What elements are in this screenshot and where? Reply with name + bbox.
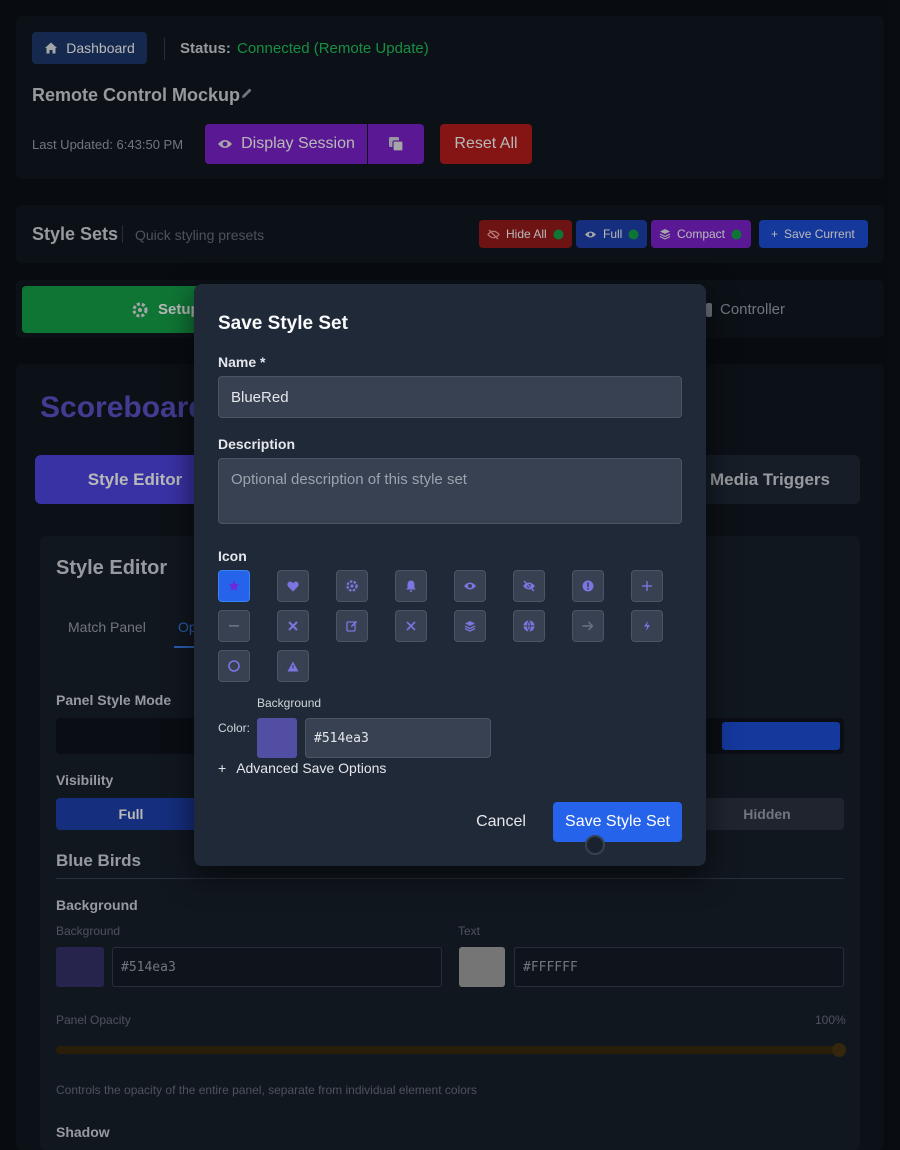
icon-option-star[interactable] — [218, 570, 250, 602]
color-input[interactable]: #514ea3 — [305, 718, 491, 758]
advanced-options-label: Advanced Save Options — [236, 760, 387, 776]
icon-option-layers[interactable] — [454, 610, 486, 642]
icon-option-circle[interactable] — [218, 650, 250, 682]
cursor-indicator — [585, 835, 605, 855]
icon-option-gear[interactable] — [336, 570, 368, 602]
bell-icon — [405, 580, 417, 592]
cancel-button[interactable]: Cancel — [464, 802, 538, 842]
edit-icon — [346, 620, 358, 632]
x-icon — [288, 621, 298, 631]
globe-icon — [523, 620, 535, 632]
gear-icon — [346, 580, 358, 592]
icon-option-triangle[interactable] — [277, 650, 309, 682]
name-input-value: BlueRed — [231, 388, 289, 406]
triangle-icon — [287, 661, 299, 672]
star-icon — [228, 580, 240, 592]
description-placeholder: Optional description of this style set — [231, 471, 467, 488]
close-icon — [406, 621, 416, 631]
icon-option-x[interactable] — [277, 610, 309, 642]
name-input[interactable]: BlueRed — [218, 376, 682, 418]
color-sublabel: Background — [257, 696, 322, 710]
description-textarea[interactable]: Optional description of this style set — [218, 458, 682, 524]
icon-option-minus[interactable] — [218, 610, 250, 642]
color-swatch[interactable] — [257, 718, 297, 758]
description-label: Description — [218, 436, 296, 452]
save-style-set-button[interactable]: Save Style Set — [553, 802, 682, 842]
modal-title: Save Style Set — [218, 313, 348, 334]
color-input-value: #514ea3 — [314, 730, 369, 746]
icon-option-plus[interactable] — [631, 570, 663, 602]
advanced-options-toggle[interactable]: + Advanced Save Options — [218, 760, 386, 776]
heart-icon — [287, 581, 299, 592]
icon-option-eye-off[interactable] — [513, 570, 545, 602]
color-label: Color: — [218, 721, 251, 735]
icon-option-close[interactable] — [395, 610, 427, 642]
name-label: Name * — [218, 354, 266, 370]
icon-option-eye[interactable] — [454, 570, 486, 602]
minus-icon — [229, 625, 239, 627]
icon-option-arrow-right[interactable] — [572, 610, 604, 642]
icon-option-alert[interactable] — [572, 570, 604, 602]
circle-icon — [228, 660, 240, 672]
icon-option-edit[interactable] — [336, 610, 368, 642]
layers-icon — [464, 620, 476, 632]
alert-icon — [582, 580, 594, 592]
eye-off-icon — [522, 580, 536, 592]
bolt-icon — [643, 621, 651, 631]
save-style-set-modal: Save Style Set Name * BlueRed Descriptio… — [194, 284, 706, 866]
plus-icon — [642, 581, 652, 591]
icon-label: Icon — [218, 548, 247, 564]
plus-icon: + — [218, 760, 227, 776]
arrow-right-icon — [582, 621, 594, 631]
icon-option-heart[interactable] — [277, 570, 309, 602]
icon-option-globe[interactable] — [513, 610, 545, 642]
icon-option-bell[interactable] — [395, 570, 427, 602]
eye-icon — [463, 581, 477, 591]
icon-option-bolt[interactable] — [631, 610, 663, 642]
